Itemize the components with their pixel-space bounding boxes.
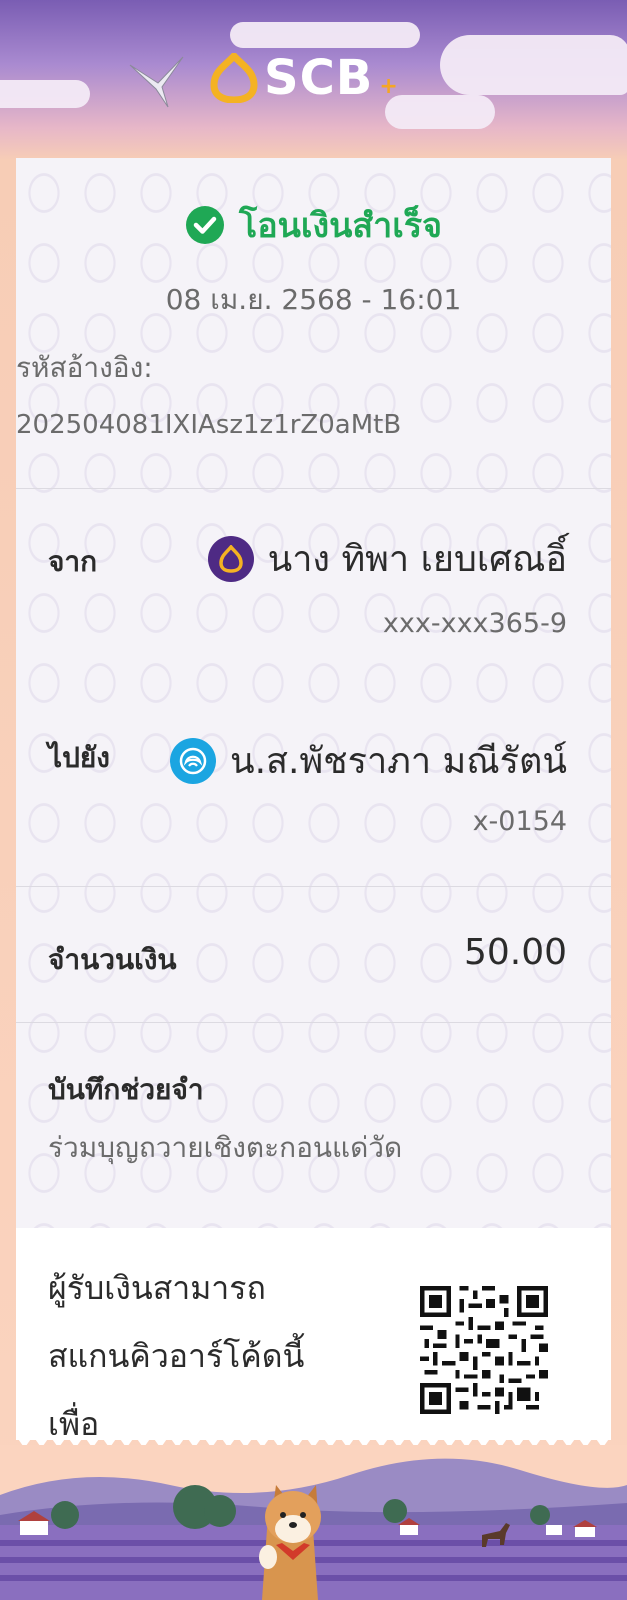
scb-bank-icon xyxy=(207,535,254,582)
qr-instruction-line2: สแกนคิวอาร์โค้ดนี้ xyxy=(48,1337,305,1375)
reference-label: รหัสอ้างอิง: xyxy=(16,351,153,384)
krungthai-icon xyxy=(179,747,207,774)
memo-label: บันทึกช่วยจำ xyxy=(48,1073,204,1106)
transaction-datetime: 08 เม.ย. 2568 - 16:01 xyxy=(165,283,462,316)
cloud xyxy=(440,35,627,95)
to-account-holder: น.ส.พัชราภา มณีรัตน์ xyxy=(169,732,567,789)
to-account-number: x-0154 xyxy=(472,806,567,837)
from-account-number: xxx-xxx365-9 xyxy=(382,608,567,639)
divider xyxy=(16,488,611,489)
divider xyxy=(16,1022,611,1023)
cloud xyxy=(0,80,90,108)
scb-logo-icon xyxy=(210,53,258,103)
header-banner: SCB + xyxy=(0,0,627,160)
qr-instruction-line1: ผู้รับเงินสามารถ xyxy=(48,1269,266,1307)
scb-logo: SCB + xyxy=(210,50,398,106)
amount-label: จำนวนเงิน xyxy=(48,943,177,976)
status-row: โอนเงินสำเร็จ xyxy=(16,198,611,252)
bird-icon xyxy=(129,56,184,108)
from-name: นาง ทิพา เยบเศณอิ์ xyxy=(267,539,567,580)
from-label: จาก xyxy=(48,545,98,578)
amount-value: 50.00 xyxy=(463,932,567,973)
memo-text: ร่วมบุญถวายเชิงตะกอนแด่วัด xyxy=(48,1131,403,1164)
qr-code[interactable] xyxy=(420,1286,548,1414)
to-label: ไปยัง xyxy=(48,741,110,774)
krungthai-bank-icon xyxy=(169,737,216,784)
logo-text: SCB xyxy=(264,50,374,106)
check-circle-icon xyxy=(185,206,224,244)
cloud xyxy=(385,95,495,129)
status-title: โอนเงินสำเร็จ xyxy=(238,206,443,246)
reference-value: 202504081IXIAsz1z1rZ0aMtB xyxy=(16,410,402,440)
qr-section: ผู้รับเงินสามารถ สแกนคิวอาร์โค้ดนี้ เพื่… xyxy=(16,1228,611,1443)
logo-plus: + xyxy=(379,73,398,99)
divider xyxy=(16,886,611,887)
lavender-field-illustration xyxy=(0,1445,627,1600)
cloud xyxy=(230,22,420,48)
scb-icon xyxy=(218,544,243,573)
from-account-holder: นาง ทิพา เยบเศณอิ์ xyxy=(207,530,567,587)
to-name: น.ส.พัชราภา มณีรัตน์ xyxy=(229,741,567,782)
